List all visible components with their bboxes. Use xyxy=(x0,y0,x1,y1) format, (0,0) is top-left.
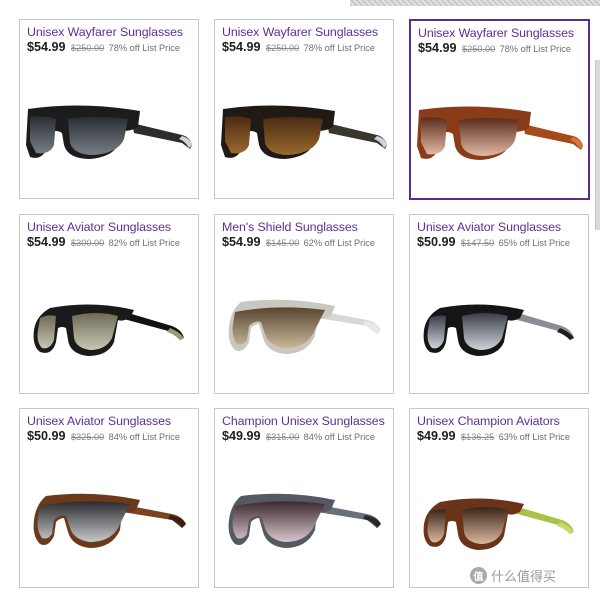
price-line: $54.99 $145.00 62% off List Price xyxy=(222,235,391,250)
sunglasses-image[interactable] xyxy=(22,464,196,574)
price-line: $54.99 $300.00 82% off List Price xyxy=(27,235,196,250)
list-price: $325.00 xyxy=(70,432,105,442)
price-line: $54.99 $250.00 78% off List Price xyxy=(222,40,391,55)
product-title[interactable]: Unisex Wayfarer Sunglasses xyxy=(418,26,584,40)
sunglasses-image[interactable] xyxy=(412,270,586,380)
right-lens xyxy=(68,117,128,155)
sunglasses-image[interactable] xyxy=(217,75,391,185)
sale-price: $54.99 xyxy=(418,41,457,55)
product-title[interactable]: Unisex Aviator Sunglasses xyxy=(27,220,194,234)
product-title[interactable]: Unisex Wayfarer Sunglasses xyxy=(27,25,194,39)
discount-text: 63% off List Price xyxy=(498,432,570,442)
product-card[interactable]: Unisex Aviator Sunglasses $54.99 $300.00 … xyxy=(19,214,199,394)
price-line: $54.99 $250.00 78% off List Price xyxy=(27,40,196,55)
temple-arm xyxy=(132,123,192,149)
sale-price: $49.99 xyxy=(417,429,456,443)
product-card[interactable]: Unisex Wayfarer Sunglasses $54.99 $250.00… xyxy=(19,19,199,199)
product-title[interactable]: Men's Shield Sunglasses xyxy=(222,220,389,234)
right-lens xyxy=(459,118,519,156)
product-card[interactable]: Unisex Aviator Sunglasses $50.99 $325.00 … xyxy=(19,408,199,588)
price-line: $49.99 $136.25 63% off List Price xyxy=(417,429,586,444)
sunglasses-image[interactable] xyxy=(22,270,196,380)
left-lens xyxy=(30,116,56,154)
product-card[interactable]: Unisex Wayfarer Sunglasses $54.99 $250.00… xyxy=(409,19,590,200)
product-title[interactable]: Unisex Aviator Sunglasses xyxy=(27,414,194,428)
product-title[interactable]: Champion Unisex Sunglasses xyxy=(222,414,389,428)
watermark-badge: 值 xyxy=(470,567,487,584)
product-title[interactable]: Unisex Wayfarer Sunglasses xyxy=(222,25,389,39)
sale-price: $54.99 xyxy=(222,40,261,54)
temple-arm xyxy=(327,123,387,149)
sale-price: $49.99 xyxy=(222,429,261,443)
product-card[interactable]: Champion Unisex Sunglasses $49.99 $315.00… xyxy=(214,408,394,588)
product-card[interactable]: Unisex Wayfarer Sunglasses $54.99 $250.00… xyxy=(214,19,394,199)
list-price: $250.00 xyxy=(70,43,105,53)
discount-text: 82% off List Price xyxy=(108,238,180,248)
product-card[interactable]: Unisex Champion Aviators $49.99 $136.25 6… xyxy=(409,408,589,588)
sale-price: $50.99 xyxy=(417,235,456,249)
watermark: 值 什么值得买 xyxy=(470,566,556,585)
temple-arm xyxy=(523,124,583,150)
discount-text: 78% off List Price xyxy=(499,44,571,54)
price-line: $50.99 $325.00 84% off List Price xyxy=(27,429,196,444)
price-line: $54.99 $250.00 78% off List Price xyxy=(418,41,586,56)
product-title[interactable]: Unisex Champion Aviators xyxy=(417,414,584,428)
discount-text: 65% off List Price xyxy=(498,238,570,248)
discount-text: 84% off List Price xyxy=(303,432,375,442)
list-price: $147.50 xyxy=(460,238,495,248)
watermark-text: 什么值得买 xyxy=(491,569,557,584)
sunglasses-image[interactable] xyxy=(22,75,196,185)
left-lens xyxy=(421,117,447,155)
top-strip xyxy=(0,0,600,6)
list-price: $250.00 xyxy=(265,43,300,53)
sunglasses-image[interactable] xyxy=(217,464,391,574)
product-title[interactable]: Unisex Aviator Sunglasses xyxy=(417,220,584,234)
sunglasses-image[interactable] xyxy=(413,76,587,186)
sale-price: $50.99 xyxy=(27,429,66,443)
price-line: $50.99 $147.50 65% off List Price xyxy=(417,235,586,250)
list-price: $300.00 xyxy=(70,238,105,248)
scrollbar[interactable] xyxy=(595,60,600,230)
left-lens xyxy=(225,116,251,154)
product-card[interactable]: Unisex Aviator Sunglasses $50.99 $147.50 … xyxy=(409,214,589,394)
list-price: $136.25 xyxy=(460,432,495,442)
sale-price: $54.99 xyxy=(27,40,66,54)
sale-price: $54.99 xyxy=(222,235,261,249)
discount-text: 84% off List Price xyxy=(108,432,180,442)
discount-text: 62% off List Price xyxy=(303,238,375,248)
price-line: $49.99 $315.00 84% off List Price xyxy=(222,429,391,444)
list-price: $250.00 xyxy=(461,44,496,54)
right-lens xyxy=(263,117,323,155)
sale-price: $54.99 xyxy=(27,235,66,249)
sunglasses-image[interactable] xyxy=(412,464,586,574)
list-price: $315.00 xyxy=(265,432,300,442)
discount-text: 78% off List Price xyxy=(108,43,180,53)
list-price: $145.00 xyxy=(265,238,300,248)
sunglasses-image[interactable] xyxy=(217,270,391,380)
discount-text: 78% off List Price xyxy=(303,43,375,53)
product-card[interactable]: Men's Shield Sunglasses $54.99 $145.00 62… xyxy=(214,214,394,394)
